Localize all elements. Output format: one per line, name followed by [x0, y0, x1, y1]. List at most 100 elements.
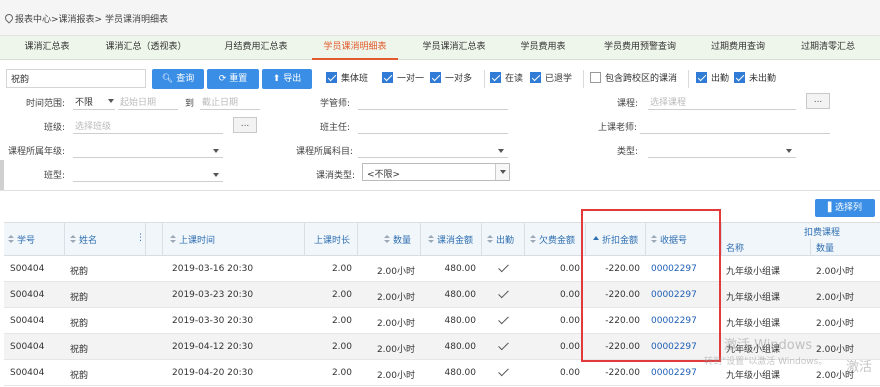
- tab-monthly-fee[interactable]: 月结费用汇总表: [220, 36, 292, 60]
- class-type-select[interactable]: [73, 164, 223, 182]
- export-button[interactable]: ⬆ 导出: [262, 69, 312, 89]
- checkbox-enrolled[interactable]: 在读: [490, 71, 523, 84]
- col-divider: [481, 223, 482, 256]
- checkbox-graduated[interactable]: 已退学: [530, 71, 572, 84]
- cell-owed: 0.00: [559, 264, 580, 274]
- upload-icon: ⬆: [272, 74, 281, 84]
- tab-consume-summary[interactable]: 课消汇总表: [18, 36, 76, 60]
- sort-icon: [170, 235, 177, 244]
- reset-button-label: 重置: [229, 74, 248, 84]
- consume-type-select[interactable]: <不限>: [362, 163, 510, 181]
- tab-fee-warning[interactable]: 学员费用预警查询: [598, 36, 682, 60]
- cell-course-name: 九年级小组课: [726, 319, 781, 329]
- sort-icon: [384, 235, 391, 244]
- cell-amount: 480.00: [444, 316, 477, 326]
- checkbox-absent[interactable]: 未出勤: [734, 71, 776, 84]
- table-row[interactable]: S00404 祝韵 2019-03-30 20:30 2.00 2.00小时 4…: [4, 308, 880, 334]
- consume-type-label: 课消类型:: [316, 171, 356, 181]
- cell-quantity: 2.00小时: [376, 293, 415, 303]
- start-date-field[interactable]: 起始日期: [118, 92, 178, 110]
- col-amount[interactable]: 课消金额: [428, 233, 473, 246]
- subject-select[interactable]: [358, 140, 508, 158]
- grade-select[interactable]: [73, 140, 223, 158]
- col-label: 学号: [17, 236, 36, 246]
- col-name[interactable]: 姓名: [70, 233, 97, 246]
- chevron-down-icon: [498, 149, 504, 153]
- tab-expired-fee[interactable]: 过期费用查询: [706, 36, 770, 60]
- class-placeholder: 选择班级: [75, 122, 112, 132]
- cell-duration: 2.00: [331, 264, 352, 274]
- teacher-label: 学管师:: [320, 99, 351, 109]
- sort-icon: [428, 235, 435, 244]
- teacher-field[interactable]: [358, 92, 508, 110]
- checkbox-one-to-many[interactable]: 一对多: [430, 71, 472, 84]
- highlight-annotation-box: [581, 209, 721, 362]
- cell-time: 2019-03-16 20:30: [172, 264, 254, 274]
- tab-expired-clear[interactable]: 过期清零汇总: [796, 36, 860, 60]
- checkbox-group-class[interactable]: 集体班: [326, 71, 368, 84]
- cell-amount: 480.00: [444, 290, 477, 300]
- col-divider: [64, 223, 65, 256]
- reset-button[interactable]: ⟳ 重置: [207, 69, 259, 89]
- col-student-no[interactable]: 学号: [8, 233, 35, 246]
- checkmark-icon: [498, 287, 509, 299]
- checkbox-checked-icon: [382, 72, 393, 83]
- checkbox-one-on-one[interactable]: 一对一: [382, 71, 424, 84]
- tab-student-consume-detail[interactable]: 学员课消明细表: [312, 36, 398, 60]
- cell-course-name: 九年级小组课: [726, 293, 781, 303]
- lesson-teacher-field[interactable]: [640, 116, 830, 134]
- class-field[interactable]: 选择班级: [73, 116, 223, 134]
- student-name-input[interactable]: [6, 69, 146, 88]
- tab-student-fee[interactable]: 学员费用表: [517, 36, 569, 60]
- head-teacher-field[interactable]: [358, 116, 508, 134]
- query-button[interactable]: 🔍︎ 查询: [152, 69, 204, 89]
- cell-duration: 2.00: [331, 290, 352, 300]
- col-owed[interactable]: 欠费金额: [530, 233, 575, 246]
- breadcrumb-bar: 报表中心>课消报表> 学员课消明细表: [0, 0, 880, 36]
- cell-student-no: S00404: [10, 342, 45, 352]
- course-picker-button[interactable]: ...: [806, 93, 830, 109]
- end-date-field[interactable]: 截止日期: [200, 92, 260, 110]
- tab-student-consume-summary[interactable]: 学员课消汇总表: [418, 36, 490, 60]
- grade-label: 课程所属年级:: [8, 147, 66, 157]
- receipt-link[interactable]: 00002297: [651, 368, 697, 378]
- cell-name: 祝韵: [70, 345, 89, 355]
- checkmark-icon: [498, 261, 509, 273]
- col-attendance[interactable]: 出勤: [487, 233, 514, 246]
- cell-quantity: 2.00小时: [376, 319, 415, 329]
- table-row[interactable]: S00404 祝韵 2019-03-23 20:30 2.00 2.00小时 4…: [4, 282, 880, 308]
- cell-quantity: 2.00小时: [376, 345, 415, 355]
- checkbox-cross-campus[interactable]: 包含跨校区的课消: [590, 71, 677, 84]
- cell-course-qty: 2.00小时: [816, 267, 855, 277]
- sort-icon: [8, 235, 15, 244]
- checkbox-label: 已退学: [545, 74, 573, 84]
- tab-consume-pivot[interactable]: 课消汇总（透视表）: [100, 36, 192, 60]
- chevron-down-icon: [108, 99, 114, 103]
- type-label: 类型:: [617, 147, 639, 157]
- end-date-placeholder: 截止日期: [202, 98, 239, 108]
- select-columns-button[interactable]: ▌选择列: [815, 199, 875, 217]
- sidebar-toggle-handle[interactable]: [0, 160, 4, 190]
- cell-amount: 480.00: [444, 368, 477, 378]
- grid-toolbar: ▌选择列: [0, 190, 880, 220]
- cell-owed: 0.00: [559, 342, 580, 352]
- col-time[interactable]: 上课时间: [170, 233, 215, 246]
- col-quantity[interactable]: 数量: [384, 233, 411, 246]
- start-date-placeholder: 起始日期: [120, 98, 157, 108]
- divider: [688, 70, 689, 88]
- course-field[interactable]: 选择课程: [648, 92, 796, 110]
- col-label: 上课时长: [314, 236, 351, 246]
- sort-icon: [487, 235, 494, 244]
- filter-panel: 🔍︎查询 ⟳重置 ⬆导出 集体班 一对一 一对多 在读 已退学 包含跨校区的课消…: [0, 60, 880, 190]
- col-course-name[interactable]: 名称: [726, 241, 744, 254]
- class-picker-button[interactable]: ...: [233, 117, 257, 133]
- col-course-qty[interactable]: 数量: [816, 241, 834, 254]
- chevron-down-icon: [786, 149, 792, 153]
- col-duration[interactable]: 上课时长: [314, 233, 350, 246]
- type-select[interactable]: [648, 140, 796, 158]
- table-header: 学号 姓名 ⋮ 上课时间 上课时长 数量 课消金额 出勤 欠费金额 折扣金额 收…: [4, 223, 880, 256]
- checkbox-attended[interactable]: 出勤: [696, 71, 729, 84]
- column-menu-icon[interactable]: ⋮: [136, 233, 145, 243]
- table-row[interactable]: S00404 祝韵 2019-03-16 20:30 2.00 2.00小时 4…: [4, 256, 880, 282]
- refresh-icon: ⟳: [218, 74, 227, 84]
